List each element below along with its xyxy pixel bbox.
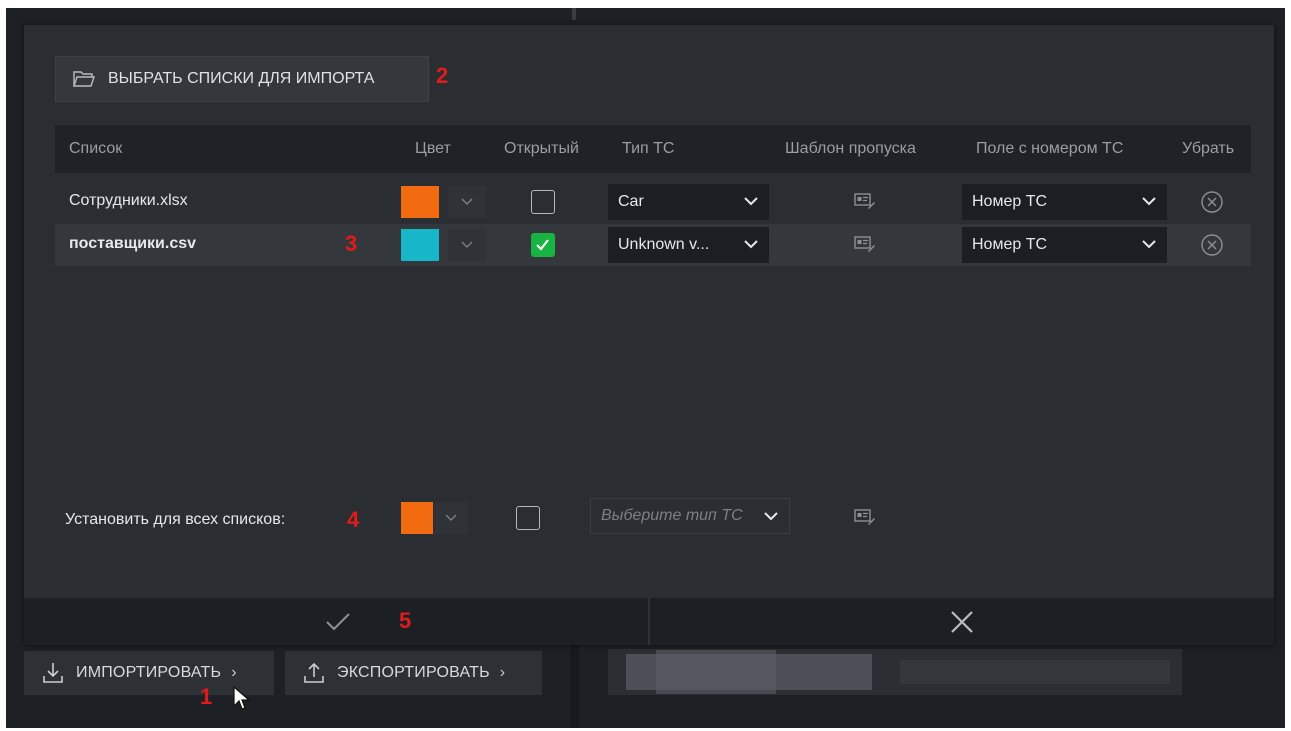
set-all-color-swatch[interactable] [401, 502, 433, 534]
open-checkbox[interactable] [531, 233, 555, 257]
annotation-5: 5 [399, 608, 412, 633]
import-button-label: ИМПОРТИРОВАТЬ [76, 664, 222, 681]
check-icon [536, 239, 549, 251]
panel-divider [570, 640, 579, 728]
annotation-4: 4 [347, 507, 360, 532]
chevron-right-icon: › [499, 664, 506, 681]
remove-icon[interactable] [1200, 190, 1224, 214]
annotation-2: 2 [436, 63, 449, 88]
plate-field-value: Номер ТС [972, 236, 1048, 253]
vehicle-type-value: Car [618, 193, 644, 210]
column-header-plate-field: Поле с номером ТС [976, 140, 1124, 157]
color-swatch[interactable] [401, 186, 439, 218]
chevron-down-icon [461, 198, 473, 205]
color-swatch[interactable] [401, 229, 439, 261]
table-row: поставщики.csv 3 Unknown v... Номер ТС [55, 224, 1251, 266]
column-header-color: Цвет [415, 140, 451, 157]
download-icon [43, 663, 63, 683]
upload-icon [304, 662, 324, 683]
chevron-down-icon [744, 240, 758, 249]
blurred-content [656, 650, 776, 694]
set-all-vehicle-type-select[interactable]: Выберите тип ТС [590, 498, 790, 534]
plate-field-value: Номер ТС [972, 193, 1048, 210]
vehicle-type-select[interactable]: Unknown v... [608, 227, 769, 263]
pass-template-icon[interactable] [854, 235, 876, 253]
chevron-down-icon [764, 512, 778, 521]
import-lists-dialog: ВЫБРАТЬ СПИСКИ ДЛЯ ИМПОРТА 2 Список Цвет… [24, 25, 1274, 645]
column-header-list: Список [69, 140, 123, 157]
blurred-content [900, 660, 1170, 684]
plate-field-select[interactable]: Номер ТС [962, 184, 1167, 220]
pass-template-icon[interactable] [854, 508, 876, 526]
column-header-vehicle-type: Тип ТС [622, 140, 675, 157]
export-button-label: ЭКСПОРТИРОВАТЬ [337, 664, 490, 681]
chevron-down-icon [445, 514, 457, 521]
cancel-button[interactable] [949, 609, 975, 635]
table-row: Сотрудники.xlsx Car Номер ТС [55, 181, 1251, 223]
chevron-right-icon: › [231, 664, 237, 681]
chevron-down-icon [461, 241, 473, 248]
list-name: поставщики.csv [69, 235, 197, 252]
pass-template-icon[interactable] [854, 192, 876, 210]
chevron-down-icon [1142, 197, 1156, 206]
set-all-label: Установить для всех списков: [65, 511, 286, 528]
choose-lists-label: ВЫБРАТЬ СПИСКИ ДЛЯ ИМПОРТА [108, 70, 375, 87]
set-all-open-checkbox[interactable] [516, 506, 540, 530]
vehicle-type-placeholder: Выберите тип ТС [601, 507, 743, 524]
annotation-3: 3 [345, 231, 358, 256]
annotation-1: 1 [200, 684, 213, 709]
column-header-pass-template: Шаблон пропуска [785, 140, 916, 157]
vehicle-type-value: Unknown v... [618, 236, 710, 253]
remove-icon[interactable] [1200, 233, 1224, 257]
confirm-button[interactable] [324, 610, 352, 634]
column-header-open: Открытый [504, 140, 579, 157]
list-name: Сотрудники.xlsx [69, 192, 188, 209]
folder-open-icon [73, 71, 95, 87]
dialog-footer: 5 [24, 598, 1274, 645]
vehicle-type-select[interactable]: Car [608, 184, 769, 220]
cursor-icon [233, 686, 251, 710]
table-header: Список Цвет Открытый Тип ТС Шаблон пропу… [55, 125, 1251, 173]
choose-lists-button[interactable]: ВЫБРАТЬ СПИСКИ ДЛЯ ИМПОРТА [55, 56, 429, 102]
footer-separator [648, 598, 650, 645]
export-button[interactable]: ЭКСПОРТИРОВАТЬ › [285, 651, 542, 695]
set-all-color-dropdown[interactable] [434, 502, 468, 534]
chevron-down-icon [744, 197, 758, 206]
open-checkbox[interactable] [531, 190, 555, 214]
color-dropdown-button[interactable] [448, 229, 486, 261]
chevron-down-icon [1142, 240, 1156, 249]
plate-field-select[interactable]: Номер ТС [962, 227, 1167, 263]
panel-divider-top [572, 8, 576, 20]
color-dropdown-button[interactable] [448, 186, 486, 218]
column-header-remove: Убрать [1182, 140, 1235, 157]
